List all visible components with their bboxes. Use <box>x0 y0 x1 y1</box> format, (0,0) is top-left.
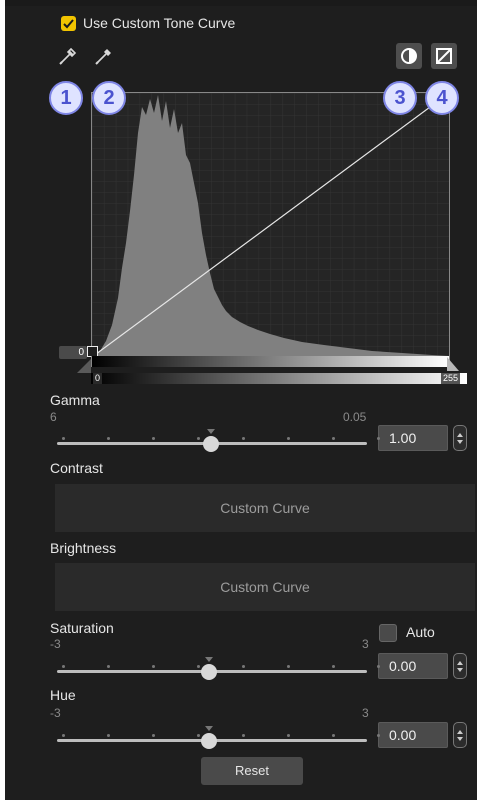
brightness-label: Brightness <box>50 540 117 556</box>
gradient-high-label: 255 <box>441 373 461 384</box>
slider-tick <box>107 734 110 737</box>
saturation-value-field[interactable]: 0.00 <box>378 653 448 679</box>
panel-top-edge <box>5 0 477 6</box>
hue-max-label: 3 <box>362 706 369 720</box>
reset-button[interactable]: Reset <box>201 757 303 785</box>
hue-slider-marker <box>205 726 213 731</box>
slider-tick <box>242 437 245 440</box>
saturation-auto-label: Auto <box>406 624 435 640</box>
hue-min-label: -3 <box>50 706 61 720</box>
output-gradient-bar <box>91 356 450 367</box>
saturation-stepper[interactable] <box>453 653 467 679</box>
gamma-stepper[interactable] <box>453 425 467 451</box>
slider-tick <box>152 437 155 440</box>
checkmark-icon <box>63 19 74 29</box>
saturation-min-label: -3 <box>50 637 61 651</box>
slider-tick <box>377 665 380 668</box>
slider-tick <box>197 734 200 737</box>
slider-tick <box>197 437 200 440</box>
slider-tick <box>107 437 110 440</box>
slider-tick <box>62 665 65 668</box>
slider-tick <box>287 665 290 668</box>
gamma-max-label: 0.05 <box>343 410 367 424</box>
hue-label: Hue <box>50 687 76 703</box>
output-low-triangle[interactable] <box>77 359 97 373</box>
gradient-low-label: 0 <box>93 373 103 384</box>
contrast-toggle-icon <box>401 48 417 64</box>
saturation-label: Saturation <box>50 620 114 636</box>
contrast-label: Contrast <box>50 460 103 476</box>
brightness-custom-curve-button[interactable]: Custom Curve <box>55 563 475 611</box>
gamma-min-label: 6 <box>50 410 57 424</box>
tone-curve-graph[interactable] <box>87 92 450 358</box>
saturation-slider-marker <box>205 657 213 662</box>
callout-4: 4 <box>425 81 459 115</box>
slider-tick <box>62 437 65 440</box>
use-custom-tone-curve-label: Use Custom Tone Curve <box>83 15 236 31</box>
input-low-value[interactable]: 0 <box>59 346 87 359</box>
gamma-value-field[interactable]: 1.00 <box>378 425 448 451</box>
gamma-slider-marker <box>207 429 215 434</box>
gamma-slider-thumb[interactable] <box>203 436 219 452</box>
slider-tick <box>332 734 335 737</box>
callout-2: 2 <box>92 81 126 115</box>
eyedropper-white-point-icon[interactable] <box>93 45 115 67</box>
linear-curve-reset-button[interactable] <box>431 43 457 69</box>
callout-1: 1 <box>49 81 83 115</box>
slider-tick <box>62 734 65 737</box>
slider-tick <box>332 665 335 668</box>
slider-tick <box>242 665 245 668</box>
slider-tick <box>332 437 335 440</box>
linear-curve-reset-icon <box>436 48 452 64</box>
slider-tick <box>377 437 380 440</box>
slider-tick <box>152 734 155 737</box>
slider-tick <box>197 665 200 668</box>
hue-stepper[interactable] <box>453 722 467 748</box>
slider-tick <box>152 665 155 668</box>
input-gradient-bar <box>91 373 467 384</box>
saturation-slider-thumb[interactable] <box>201 664 217 680</box>
slider-tick <box>287 437 290 440</box>
hue-slider-thumb[interactable] <box>201 733 217 749</box>
saturation-auto-checkbox[interactable] <box>379 624 397 642</box>
use-custom-tone-curve-checkbox[interactable] <box>61 16 76 31</box>
gamma-label: Gamma <box>50 392 100 408</box>
tone-curve-panel: Use Custom Tone Curve 0 0 255 1 2 3 4 Ga… <box>5 0 477 800</box>
slider-tick <box>287 734 290 737</box>
output-high-triangle[interactable] <box>447 357 467 371</box>
hue-value-field[interactable]: 0.00 <box>378 722 448 748</box>
saturation-max-label: 3 <box>362 637 369 651</box>
callout-3: 3 <box>383 81 417 115</box>
slider-tick <box>377 734 380 737</box>
contrast-toggle-button[interactable] <box>396 43 422 69</box>
contrast-custom-curve-button[interactable]: Custom Curve <box>55 484 475 532</box>
histogram-and-curve <box>92 93 449 357</box>
eyedropper-black-point-icon[interactable] <box>57 45 79 67</box>
slider-tick <box>107 665 110 668</box>
slider-tick <box>242 734 245 737</box>
